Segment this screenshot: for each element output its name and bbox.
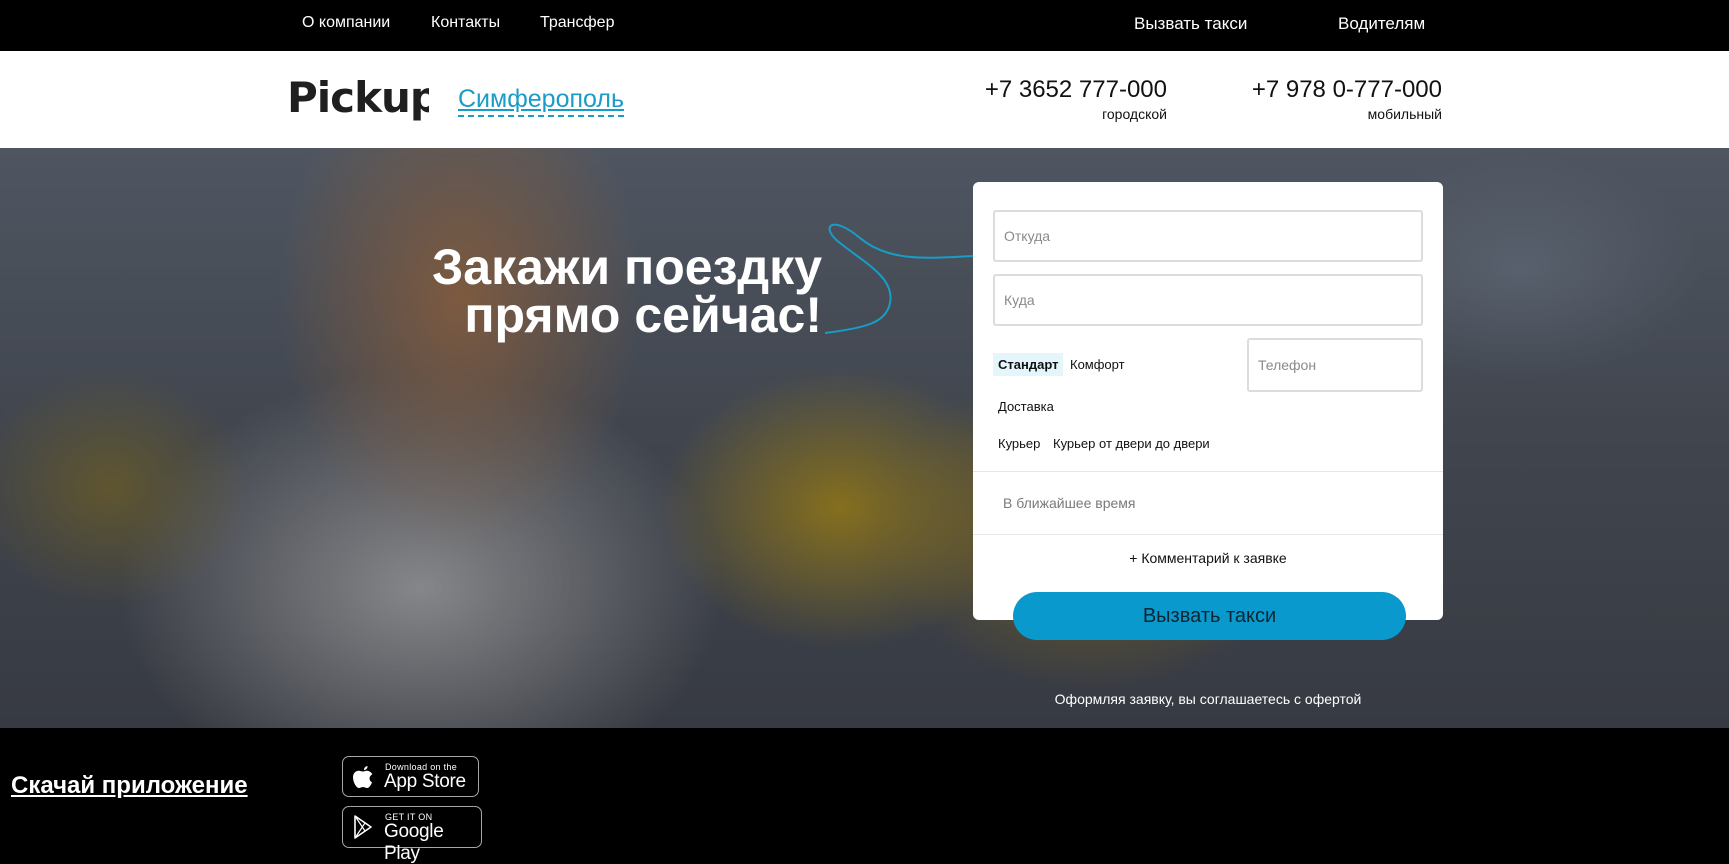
tariff-courier-door-to-door[interactable]: Курьер от двери до двери — [1048, 432, 1215, 455]
site-footer: Скачай приложение Download on the App St… — [0, 728, 1729, 864]
nav-link-transfer[interactable]: Трансфер — [540, 14, 614, 32]
top-navigation: О компании Контакты Трансфер Вызвать так… — [0, 0, 1729, 51]
google-play-big-text: Google Play — [384, 821, 444, 864]
to-address-input[interactable] — [993, 274, 1423, 326]
call-taxi-button[interactable]: Вызвать такси — [1013, 592, 1406, 640]
tariff-delivery[interactable]: Доставка — [993, 395, 1059, 418]
add-comment-link[interactable]: + Комментарий к заявке — [973, 550, 1443, 566]
order-form: Стандарт Комфорт Доставка Курьер Курьер … — [973, 182, 1443, 620]
phone-input[interactable] — [1247, 338, 1423, 392]
google-play-icon — [354, 815, 372, 839]
nav-link-call-taxi[interactable]: Вызвать такси — [1134, 14, 1247, 34]
offer-agreement-text[interactable]: Оформляя заявку, вы соглашаетесь с оферт… — [973, 691, 1443, 707]
phone-city-label: городской — [1102, 106, 1167, 122]
pickup-logo[interactable]: Pickup — [287, 73, 440, 122]
hero-title-line2: прямо сейчас! — [464, 287, 822, 343]
apple-icon — [353, 766, 373, 788]
nav-link-drivers[interactable]: Водителям — [1338, 14, 1425, 34]
hero-banner: Закажи поездку прямо сейчас! — [0, 148, 1729, 728]
pickup-logo-text: Pickup — [287, 74, 429, 122]
phone-mobile-label: мобильный — [1367, 106, 1442, 122]
hero-title-line1: Закажи поездку — [431, 239, 822, 295]
app-store-badge[interactable]: Download on the App Store — [342, 756, 479, 797]
route-swirl-decoration — [824, 223, 975, 334]
city-selector[interactable]: Симферополь — [458, 84, 624, 117]
order-time-selector[interactable]: В ближайшее время — [1003, 495, 1136, 511]
download-app-heading[interactable]: Скачай приложение — [11, 772, 248, 800]
nav-link-about[interactable]: О компании — [302, 14, 390, 32]
phone-city: +7 3652 777-000 городской — [985, 76, 1167, 122]
phone-mobile-number[interactable]: +7 978 0-777-000 — [1252, 76, 1442, 104]
pickup-logo-mark: Pickup — [287, 73, 440, 122]
tariff-comfort[interactable]: Комфорт — [1065, 353, 1130, 376]
app-store-big-text: App Store — [384, 771, 466, 792]
phone-mobile: +7 978 0-777-000 мобильный — [1252, 76, 1442, 122]
tariff-standard[interactable]: Стандарт — [993, 353, 1064, 376]
nav-link-contacts[interactable]: Контакты — [431, 14, 500, 32]
google-play-badge[interactable]: GET IT ON Google Play — [342, 806, 482, 864]
form-divider — [973, 471, 1443, 472]
from-address-input[interactable] — [993, 210, 1423, 262]
tariff-courier[interactable]: Курьер — [993, 432, 1045, 455]
form-divider — [973, 534, 1443, 535]
hero-title: Закажи поездку прямо сейчас! — [360, 239, 822, 343]
phone-city-number[interactable]: +7 3652 777-000 — [985, 76, 1167, 104]
site-header: Pickup Симферополь +7 3652 777-000 город… — [0, 51, 1729, 148]
